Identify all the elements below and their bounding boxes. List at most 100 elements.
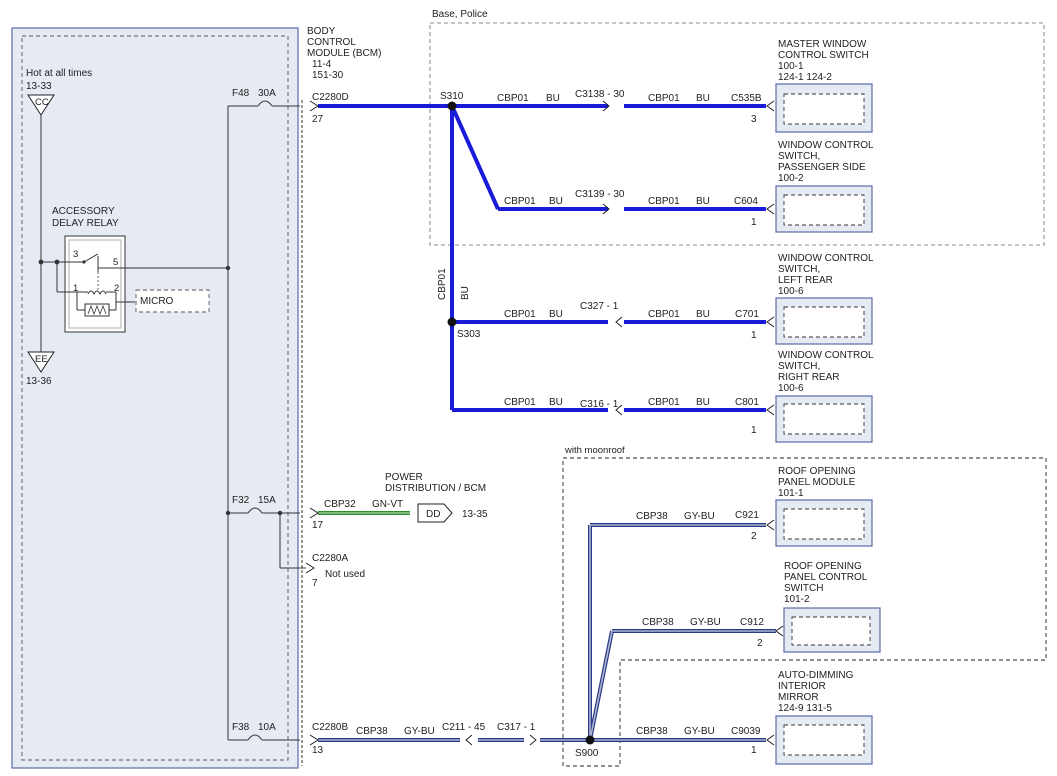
row6-pin: 2 (757, 638, 763, 649)
row4-inline: C316 - 1 (580, 399, 619, 410)
row4-right-wire: CBP01 (648, 397, 680, 408)
row2-right-color: BU (696, 196, 710, 207)
c211-label: C211 - 45 (442, 722, 486, 733)
comp1-l3: 100-1 (778, 61, 804, 72)
comp2-l1: WINDOW CONTROL (778, 140, 874, 151)
fuse-panel (11, 27, 299, 769)
base-police-label: Base, Police (432, 9, 488, 20)
left-rear-window-switch-box (766, 297, 873, 345)
relay-pin-1: 1 (73, 283, 78, 294)
fuse-f48-name: F48 (232, 88, 250, 99)
bcm-ref2: 151-30 (312, 70, 344, 81)
cbp32-label: CBP32 (324, 499, 356, 510)
row1-left-color: BU (546, 93, 560, 104)
fuse-f32-rating: 15A (258, 495, 276, 506)
comp4-l3: RIGHT REAR (778, 372, 840, 383)
c2280d-label: C2280D (312, 92, 349, 103)
cc-label: CC (35, 97, 49, 108)
moonroof-label: with moonroof (564, 445, 625, 456)
fuse-f48-rating: 30A (258, 88, 276, 99)
ee-label: EE (35, 354, 48, 365)
auto-dimming-mirror-box (766, 715, 873, 765)
vertical-cbp01-label: CBP01 (437, 268, 448, 300)
row1-conn: C535B (731, 93, 762, 104)
power-dist-line1: POWER (385, 472, 423, 483)
s900-label: S900 (575, 748, 599, 759)
ee-ref: 13-36 (26, 376, 52, 387)
row3-inline: C327 - 1 (580, 301, 619, 312)
wiring-diagram: Hot at all times 13-33 CC EE 13-36 ACCES… (11, 9, 1047, 769)
c2280b-label: C2280B (312, 722, 348, 733)
row5-conn: C921 (735, 510, 759, 521)
row5-color: GY-BU (684, 511, 715, 522)
comp2-l2: SWITCH, (778, 151, 820, 162)
comp7-l3: MIRROR (778, 692, 819, 703)
s310-label: S310 (440, 91, 464, 102)
cbp01-wiring (318, 104, 766, 412)
row5-wire: CBP38 (636, 511, 668, 522)
comp6-l3: SWITCH (784, 583, 823, 594)
c317-label: C317 - 1 (497, 722, 536, 733)
passenger-window-switch-box (766, 185, 873, 233)
comp2-l3: PASSENGER SIDE (778, 162, 866, 173)
row3-right-color: BU (696, 309, 710, 320)
comp1-l4: 124-1 124-2 (778, 72, 832, 83)
row2-right-wire: CBP01 (648, 196, 680, 207)
c2280a-label: C2280A (312, 553, 348, 564)
comp5-l2: PANEL MODULE (778, 477, 856, 488)
relay-pin-5: 5 (113, 257, 118, 268)
bcm-line3: MODULE (BCM) (307, 48, 381, 59)
dd-label: DD (426, 509, 440, 520)
pin-13: 13 (312, 745, 324, 756)
row3-right-wire: CBP01 (648, 309, 680, 320)
comp1-l1: MASTER WINDOW (778, 39, 867, 50)
arrow-c2280a-17 (309, 507, 319, 519)
row6-color: GY-BU (690, 617, 721, 628)
comp1-l2: CONTROL SWITCH (778, 50, 869, 61)
row3-left-wire: CBP01 (504, 309, 536, 320)
arrow-c2280a-7 (305, 562, 315, 574)
roof-opening-panel-module-box (766, 499, 873, 547)
c317-arrow (529, 734, 537, 746)
row1-right-wire: CBP01 (648, 93, 680, 104)
row7-pin: 1 (751, 745, 757, 756)
comp4-l2: SWITCH, (778, 361, 820, 372)
comp7-l4: 124-9 131-5 (778, 703, 832, 714)
row1-pin: 3 (751, 114, 757, 125)
cbp38-wiring (318, 523, 776, 742)
comp2-l4: 100-2 (778, 173, 804, 184)
row1-right-color: BU (696, 93, 710, 104)
row1-inline: C3138 - 30 (575, 89, 625, 100)
c2280d-pin: 27 (312, 114, 324, 125)
relay-title-2: DELAY RELAY (52, 218, 119, 229)
splice-s900 (585, 735, 595, 745)
pin-17: 17 (312, 520, 324, 531)
master-window-switch-box (766, 83, 873, 133)
row7-left-wire: CBP38 (356, 726, 388, 737)
dd-ref: 13-35 (462, 509, 488, 520)
hot-at-all-times-label: Hot at all times (26, 68, 92, 79)
comp6-l1: ROOF OPENING (784, 561, 862, 572)
arrow-c2280b (309, 734, 319, 746)
row5-pin: 2 (751, 531, 757, 542)
vertical-bu-label: BU (460, 286, 471, 300)
comp6-l4: 101-2 (784, 594, 810, 605)
row3-conn: C701 (735, 309, 759, 320)
pin-7: 7 (312, 578, 318, 589)
fuse-f38-rating: 10A (258, 722, 276, 733)
comp6-l2: PANEL CONTROL (784, 572, 868, 583)
row7-wire: CBP38 (636, 726, 668, 737)
row4-left-color: BU (549, 397, 563, 408)
row2-left-color: BU (549, 196, 563, 207)
relay-pin-3: 3 (73, 249, 78, 260)
row2-pin: 1 (751, 217, 757, 228)
c211-arrow (465, 734, 473, 746)
row4-right-color: BU (696, 397, 710, 408)
splice-s310 (447, 101, 457, 111)
base-police-region (429, 22, 1045, 246)
comp4-l1: WINDOW CONTROL (778, 350, 874, 361)
row4-conn: C801 (735, 397, 759, 408)
comp3-l3: LEFT REAR (778, 275, 833, 286)
comp3-l2: SWITCH, (778, 264, 820, 275)
comp7-l1: AUTO-DIMMING (778, 670, 854, 681)
